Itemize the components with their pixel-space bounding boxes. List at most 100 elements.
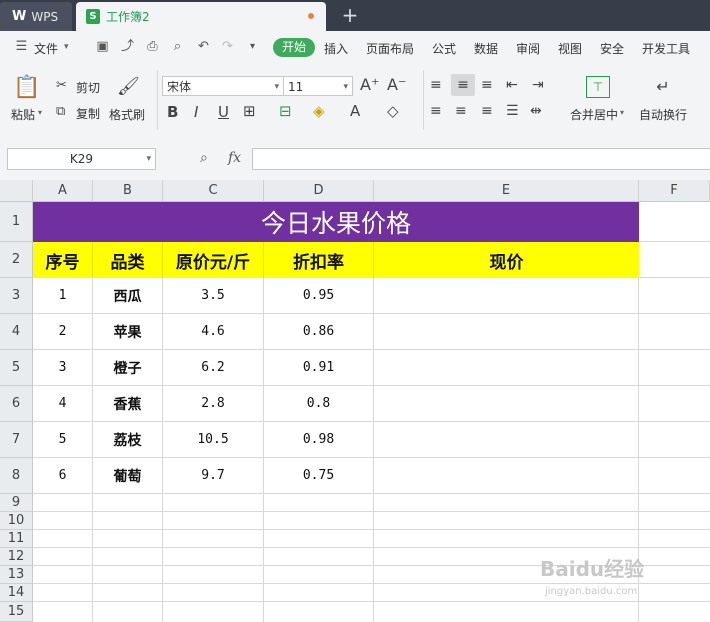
row-header[interactable]: 11 bbox=[0, 530, 33, 548]
row-header[interactable]: 4 bbox=[0, 314, 33, 350]
fill-color-icon[interactable]: ◈ bbox=[313, 102, 325, 120]
save-icon[interactable]: ▣ bbox=[95, 40, 110, 54]
align-left-icon[interactable]: ≡ bbox=[430, 103, 442, 119]
row-header[interactable]: 1 bbox=[0, 202, 33, 242]
font-name-select[interactable]: 宋体 ▾ bbox=[162, 76, 284, 96]
row-header[interactable]: 6 bbox=[0, 386, 33, 422]
wps-home-tab[interactable]: W WPS bbox=[0, 2, 72, 31]
align-right-icon[interactable]: ≡ bbox=[481, 103, 493, 119]
table-cell[interactable]: 4 bbox=[33, 386, 93, 422]
header-cell-current-price[interactable]: 现价 bbox=[374, 242, 639, 278]
table-cell[interactable]: 0.95 bbox=[264, 278, 374, 314]
row-header[interactable]: 3 bbox=[0, 278, 33, 314]
row-header[interactable]: 7 bbox=[0, 422, 33, 458]
menu-tab-developer[interactable]: 开发工具 bbox=[642, 40, 690, 57]
font-size-select[interactable]: 11 ▾ bbox=[283, 76, 353, 96]
row-header[interactable]: 10 bbox=[0, 512, 33, 530]
column-header-c[interactable]: C bbox=[163, 180, 264, 202]
document-tab[interactable]: S 工作簿2 bbox=[76, 2, 326, 31]
table-cell[interactable]: 0.8 bbox=[264, 386, 374, 422]
justify-icon[interactable]: ☰ bbox=[506, 103, 519, 119]
bold-icon[interactable]: B bbox=[167, 103, 178, 121]
row-header[interactable]: 14 bbox=[0, 584, 33, 602]
header-cell-category[interactable]: 品类 bbox=[93, 242, 163, 278]
paste-icon[interactable]: 📋 bbox=[13, 75, 40, 101]
header-cell-index[interactable]: 序号 bbox=[33, 242, 93, 278]
table-cell[interactable]: 0.91 bbox=[264, 350, 374, 386]
menu-tab-page-layout[interactable]: 页面布局 bbox=[366, 40, 414, 57]
merge-center-button[interactable]: 合并居中 bbox=[570, 106, 618, 123]
fx-icon[interactable]: fx bbox=[228, 150, 241, 166]
row-header[interactable]: 12 bbox=[0, 548, 33, 566]
row-header[interactable]: 5 bbox=[0, 350, 33, 386]
wrap-text-icon[interactable]: ↵ bbox=[651, 76, 675, 98]
clear-format-icon[interactable]: ◇ bbox=[387, 102, 399, 120]
menu-tab-view[interactable]: 视图 bbox=[558, 40, 582, 57]
decrease-font-icon[interactable]: A⁻ bbox=[387, 75, 406, 94]
header-cell-discount[interactable]: 折扣率 bbox=[264, 242, 374, 278]
formula-input[interactable] bbox=[252, 148, 710, 170]
table-cell[interactable] bbox=[374, 350, 639, 386]
increase-indent-icon[interactable]: ⇥ bbox=[532, 77, 544, 93]
table-cell[interactable]: 0.86 bbox=[264, 314, 374, 350]
row-header[interactable]: 2 bbox=[0, 242, 33, 278]
table-cell[interactable]: 荔枝 bbox=[93, 422, 163, 458]
cut-button[interactable]: 剪切 bbox=[76, 79, 100, 96]
copy-button[interactable]: 复制 bbox=[76, 105, 100, 122]
table-cell[interactable]: 3 bbox=[33, 350, 93, 386]
file-menu[interactable]: 文件 bbox=[34, 40, 58, 57]
wrap-text-button[interactable]: 自动换行 bbox=[639, 106, 687, 123]
align-bottom-icon[interactable]: ≡ bbox=[481, 77, 493, 93]
menu-tab-review[interactable]: 审阅 bbox=[516, 40, 540, 57]
align-middle-icon[interactable]: ≡ bbox=[451, 74, 475, 96]
row-header[interactable]: 9 bbox=[0, 494, 33, 512]
italic-icon[interactable]: I bbox=[194, 103, 198, 121]
align-center-icon[interactable]: ≡ bbox=[455, 103, 467, 119]
row-header[interactable]: 8 bbox=[0, 458, 33, 494]
table-cell[interactable]: 1 bbox=[33, 278, 93, 314]
menu-tab-insert[interactable]: 插入 bbox=[324, 40, 348, 57]
merge-center-icon[interactable]: ⊤ bbox=[586, 76, 610, 98]
redo-icon[interactable]: ↷ bbox=[220, 40, 235, 54]
file-menu-chevron-icon[interactable]: ▾ bbox=[64, 42, 69, 52]
new-tab-button[interactable]: + bbox=[340, 4, 360, 26]
decrease-indent-icon[interactable]: ⇤ bbox=[506, 77, 518, 93]
cell-style-icon[interactable]: ⊟ bbox=[279, 102, 292, 120]
row-header[interactable]: 13 bbox=[0, 566, 33, 584]
undo-icon[interactable]: ↶ bbox=[196, 40, 211, 54]
copy-icon[interactable]: ⧉ bbox=[56, 104, 65, 119]
table-cell[interactable] bbox=[374, 458, 639, 494]
table-cell[interactable]: 香蕉 bbox=[93, 386, 163, 422]
align-top-icon[interactable]: ≡ bbox=[430, 77, 442, 93]
header-cell-original-price[interactable]: 原价元/斤 bbox=[163, 242, 264, 278]
table-cell[interactable]: 4.6 bbox=[163, 314, 264, 350]
column-header-e[interactable]: E bbox=[374, 180, 639, 202]
table-cell[interactable]: 苹果 bbox=[93, 314, 163, 350]
distributed-align-icon[interactable]: ⇹ bbox=[530, 103, 542, 119]
column-header-d[interactable]: D bbox=[264, 180, 374, 202]
zoom-search-icon[interactable]: ⌕ bbox=[200, 150, 208, 166]
select-all-corner[interactable] bbox=[0, 180, 33, 202]
table-cell[interactable] bbox=[374, 314, 639, 350]
format-painter-icon[interactable]: 🖌 bbox=[117, 75, 140, 99]
table-cell[interactable] bbox=[374, 422, 639, 458]
row-header[interactable]: 15 bbox=[0, 602, 33, 622]
table-cell[interactable] bbox=[374, 386, 639, 422]
print-icon[interactable]: ⎙ bbox=[145, 40, 160, 54]
menu-tab-security[interactable]: 安全 bbox=[600, 40, 624, 57]
merge-chevron-icon[interactable]: ▾ bbox=[620, 108, 624, 117]
table-cell[interactable]: 0.98 bbox=[264, 422, 374, 458]
table-cell[interactable]: 葡萄 bbox=[93, 458, 163, 494]
sheet-title-cell[interactable]: 今日水果价格 bbox=[33, 202, 639, 242]
format-painter-button[interactable]: 格式刷 bbox=[109, 106, 145, 123]
paste-chevron-icon[interactable]: ▾ bbox=[38, 108, 42, 117]
print-preview-icon[interactable]: ⌕ bbox=[170, 40, 185, 54]
menu-tab-start[interactable]: 开始 bbox=[273, 38, 315, 57]
table-cell[interactable]: 10.5 bbox=[163, 422, 264, 458]
table-cell[interactable]: 3.5 bbox=[163, 278, 264, 314]
increase-font-icon[interactable]: A⁺ bbox=[360, 75, 379, 94]
column-header-a[interactable]: A bbox=[33, 180, 93, 202]
table-cell[interactable]: 2 bbox=[33, 314, 93, 350]
cut-icon[interactable]: ✂ bbox=[56, 78, 67, 93]
table-cell[interactable]: 6.2 bbox=[163, 350, 264, 386]
